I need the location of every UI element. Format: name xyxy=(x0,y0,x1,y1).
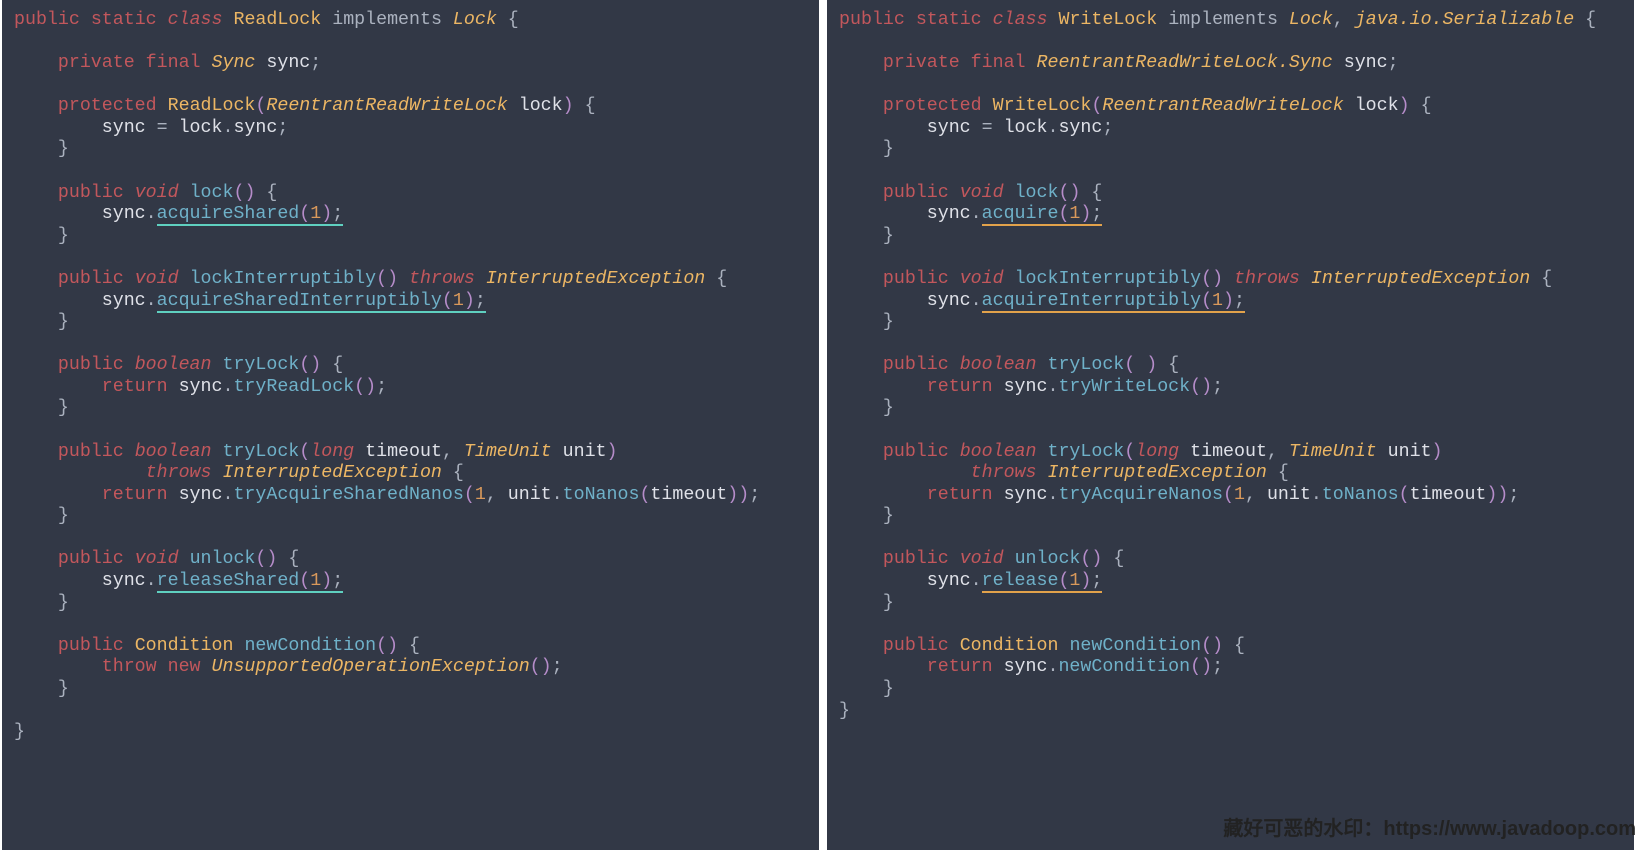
highlight-acquireSharedInterruptibly: acquireSharedInterruptibly(1); xyxy=(157,291,486,313)
type-ReadLock: ReadLock xyxy=(233,10,321,30)
highlight-releaseShared: releaseShared(1); xyxy=(157,571,344,593)
left-code-panel: public static class ReadLock implements … xyxy=(2,0,819,850)
code-diff-container: public static class ReadLock implements … xyxy=(0,0,1638,850)
right-code-panel: public static class WriteLock implements… xyxy=(827,0,1634,850)
watermark-footer: 藏好可恶的水印：https://www.javadoop.com xyxy=(2,818,1636,842)
type-Serializable: java.io.Serializable xyxy=(1355,10,1574,30)
type-Lock: Lock xyxy=(453,10,497,30)
highlight-release: release(1); xyxy=(982,571,1103,593)
type-WriteLock: WriteLock xyxy=(1058,10,1157,30)
kw-public: public xyxy=(14,10,80,30)
kw-class: class xyxy=(168,10,223,30)
highlight-acquire: acquire(1); xyxy=(982,204,1103,226)
highlight-acquireShared: acquireShared(1); xyxy=(157,204,344,226)
kw-static: static xyxy=(91,10,157,30)
kw-implements: implements xyxy=(332,10,442,30)
highlight-acquireInterruptibly: acquireInterruptibly(1); xyxy=(982,291,1245,313)
